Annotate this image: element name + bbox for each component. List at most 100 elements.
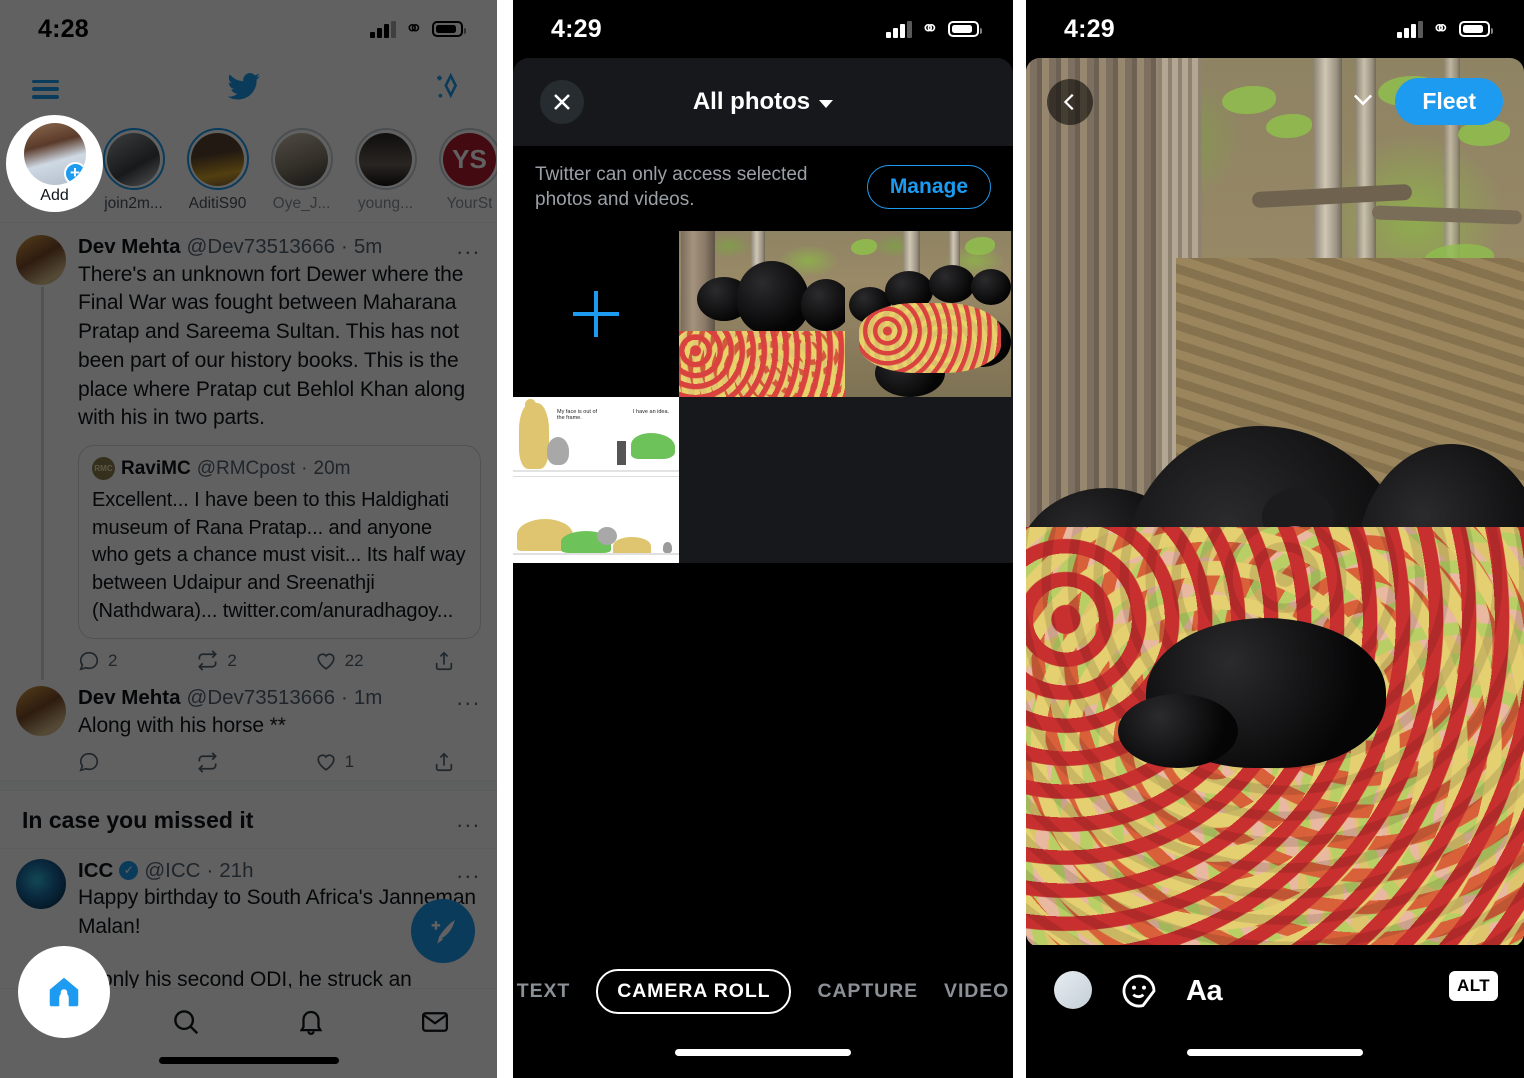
album-selector[interactable]: All photos: [513, 88, 1013, 116]
collapse-button[interactable]: [1349, 85, 1377, 118]
signal-icon: [370, 20, 396, 38]
color-circle-icon[interactable]: [1054, 971, 1092, 1009]
like-button[interactable]: 1: [315, 751, 433, 773]
signal-icon: [1397, 20, 1423, 38]
quoted-tweet[interactable]: RMC RaviMC @RMCpost · 20m Excellent... I…: [78, 445, 481, 640]
reply-button[interactable]: 2: [78, 650, 196, 672]
avatar[interactable]: [16, 235, 66, 285]
black-bear-photo: [1026, 58, 1524, 947]
tweet-item[interactable]: Dev Mehta @Dev73513666 · 1m ... Along wi…: [0, 678, 497, 779]
battery-icon: [948, 21, 982, 37]
home-button-spotlight[interactable]: [18, 946, 110, 1038]
photo-tile-bear-group[interactable]: [845, 230, 1011, 397]
tweet-author-name[interactable]: Dev Mehta: [78, 686, 181, 711]
twitter-bird-icon[interactable]: [224, 70, 264, 108]
photo-grid: My face is out of the frame. I have an i…: [513, 230, 1013, 563]
manage-button[interactable]: Manage: [866, 165, 991, 210]
airplay-icon: ⚭: [1431, 16, 1450, 41]
tweet-more-button[interactable]: ...: [457, 236, 481, 258]
picker-header: All photos: [513, 58, 1013, 146]
share-button[interactable]: [433, 751, 455, 773]
compose-tweet-button[interactable]: [411, 899, 475, 963]
tweet-dot: ·: [206, 858, 214, 882]
like-button[interactable]: 22: [315, 650, 433, 672]
tweet-author-handle: @Dev73513666: [186, 686, 336, 710]
chevron-left-icon: [1063, 93, 1074, 110]
thread-line: [41, 287, 44, 681]
avatar: RMC: [92, 457, 115, 481]
text-tool-button[interactable]: Aa: [1186, 971, 1223, 1011]
share-button[interactable]: [433, 650, 455, 672]
close-x-icon: [554, 94, 570, 110]
status-bar: 4:29 ⚭: [1026, 0, 1524, 58]
sticker-smiley-icon[interactable]: [1119, 971, 1159, 1011]
home-indicator: [158, 1057, 339, 1064]
nav-notifications[interactable]: [249, 1007, 373, 1037]
retweet-count: 2: [227, 650, 237, 670]
story-item-add-highlighted[interactable]: + Add: [6, 115, 103, 212]
alt-text-button[interactable]: ALT: [1449, 971, 1498, 1001]
photo-permission-banner: Twitter can only access selected photos …: [513, 146, 1013, 231]
tab-text[interactable]: TEXT: [517, 980, 570, 1003]
quote-dot: ·: [301, 457, 308, 479]
bell-icon: [299, 1010, 322, 1035]
hamburger-menu-icon[interactable]: [32, 79, 59, 99]
tweet-more-button[interactable]: ...: [457, 687, 481, 709]
story-label: join2m...: [104, 195, 163, 212]
section-divider: [0, 779, 497, 791]
quote-timestamp: 20m: [313, 457, 351, 479]
tweet-text: There's an unknown fort Dewer where the …: [78, 262, 466, 430]
tweet-actions: 1: [78, 751, 481, 774]
avatar[interactable]: [16, 686, 66, 737]
story-label: YourSt: [446, 195, 493, 212]
story-item-5[interactable]: YS YourSt: [434, 128, 497, 213]
sparkle-icon[interactable]: [429, 69, 465, 110]
airplay-icon: ⚭: [404, 16, 423, 41]
retweet-button[interactable]: [196, 751, 314, 774]
signal-icon: [886, 20, 912, 38]
fleet-photo-preview[interactable]: Fleet: [1026, 58, 1524, 947]
status-time: 4:29: [551, 14, 602, 43]
tweet-timestamp: 21h: [219, 858, 254, 882]
avatar[interactable]: +: [23, 122, 86, 185]
avatar[interactable]: [16, 858, 66, 909]
back-button[interactable]: [1047, 78, 1093, 125]
tab-camera-roll[interactable]: CAMERA ROLL: [596, 969, 792, 1014]
fleet-toolbar: Aa ALT: [1026, 945, 1524, 1078]
chevron-down-icon: [819, 100, 834, 108]
home-indicator: [1187, 1049, 1363, 1056]
story-item-2[interactable]: AditiS90: [182, 128, 253, 213]
nav-messages[interactable]: [373, 1007, 497, 1037]
status-time: 4:29: [1064, 14, 1115, 43]
status-time: 4:28: [38, 14, 89, 43]
photo-tile-comic[interactable]: My face is out of the frame. I have an i…: [513, 396, 679, 563]
story-label: AditiS90: [188, 195, 247, 212]
reply-button[interactable]: [78, 751, 196, 773]
story-item-1[interactable]: join2m...: [98, 128, 169, 213]
photo-tile-bears-closeup[interactable]: [679, 230, 845, 397]
tab-capture[interactable]: CAPTURE: [817, 980, 918, 1003]
reply-count: 2: [108, 650, 118, 670]
tab-video[interactable]: VIDEO: [944, 980, 1009, 1003]
tweet-author-name[interactable]: ICC: [78, 859, 113, 884]
add-photo-tile[interactable]: [513, 230, 679, 397]
tweet-timestamp: 1m: [353, 686, 383, 710]
timeline-header: [0, 58, 497, 120]
compose-tweet-icon: [431, 919, 455, 944]
status-bar: 4:28 ⚭: [0, 0, 497, 58]
story-item-4[interactable]: young...: [350, 128, 421, 213]
nav-search[interactable]: [124, 1007, 248, 1037]
airplay-icon: ⚭: [920, 16, 939, 41]
panel-gap: [497, 0, 513, 1078]
tweet-item[interactable]: Dev Mehta @Dev73513666 · 5m ... There's …: [0, 223, 497, 681]
add-plus-badge-icon[interactable]: +: [63, 161, 86, 185]
tweet-author-name[interactable]: Dev Mehta: [78, 235, 181, 260]
fleet-post-button[interactable]: Fleet: [1395, 78, 1503, 125]
tweet-more-button[interactable]: ...: [457, 859, 481, 881]
section-title: In case you missed it: [22, 806, 254, 833]
quote-text: Excellent... I have been to this Haldigh…: [92, 489, 466, 622]
section-more-button[interactable]: ...: [457, 809, 481, 831]
retweet-button[interactable]: 2: [196, 649, 314, 672]
story-item-3[interactable]: Oye_J...: [266, 128, 337, 213]
close-button[interactable]: [540, 80, 584, 124]
